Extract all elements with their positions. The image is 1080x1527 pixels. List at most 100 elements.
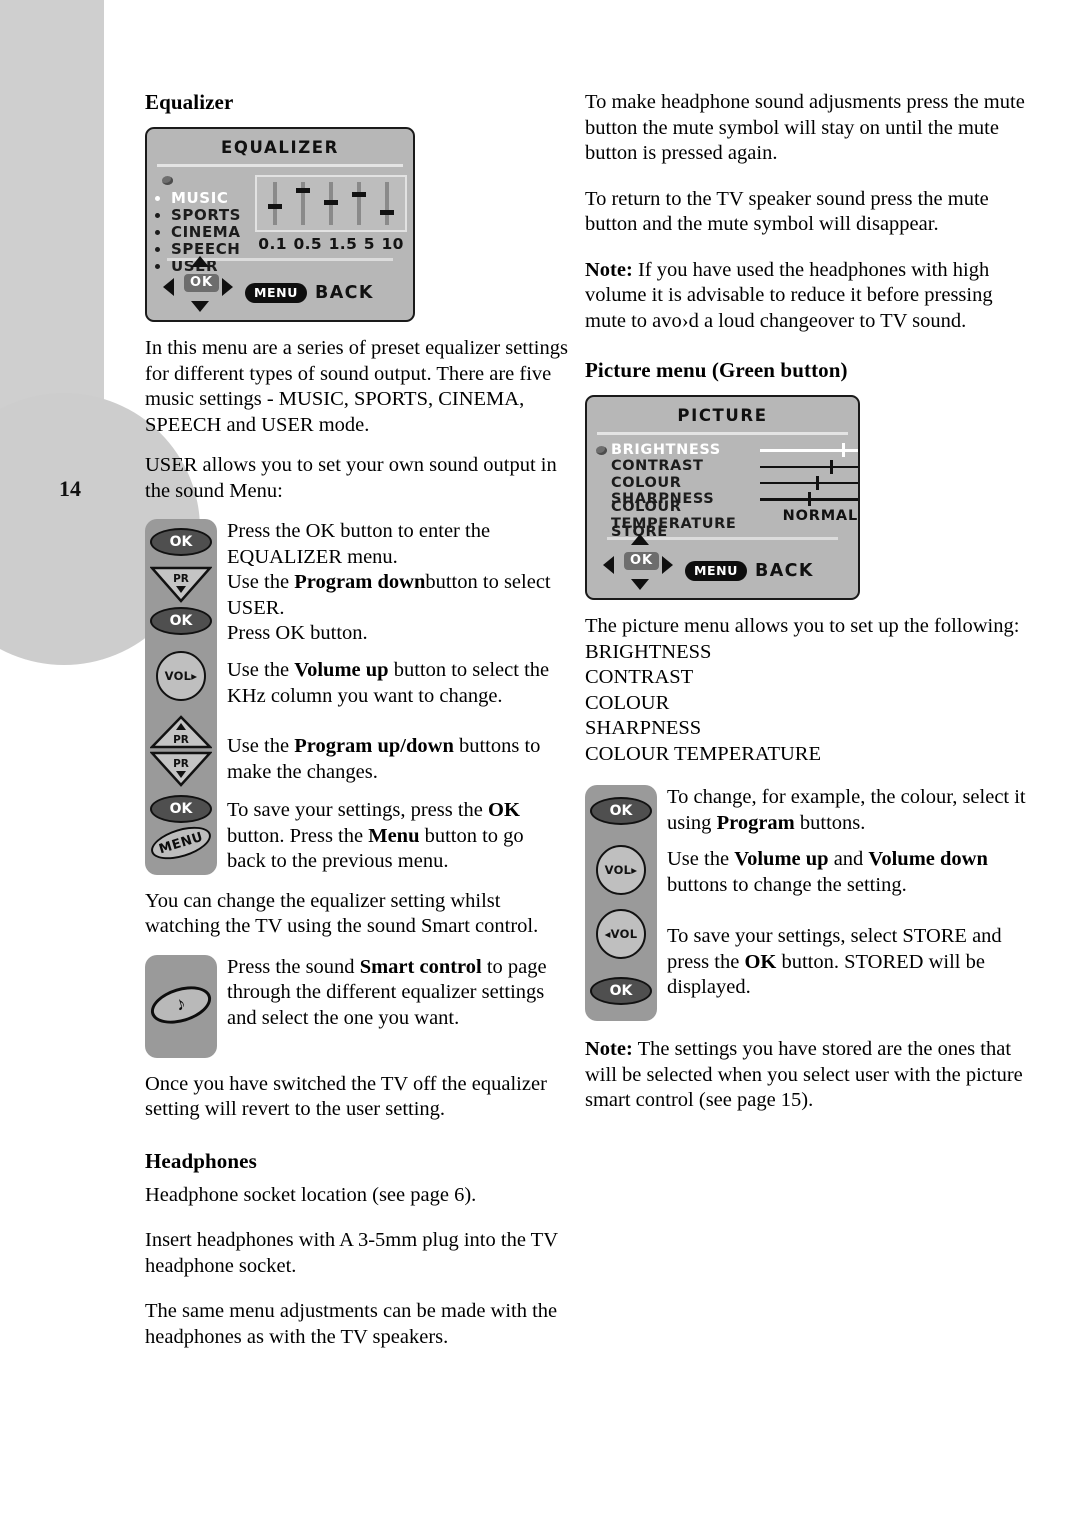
paragraph-mute-1: To make headphone sound adjusments press…	[585, 91, 1025, 164]
picture-row-colour-temperature[interactable]: COLOUR TEMPERATURE NORMAL	[611, 499, 858, 531]
step-text: Use the	[667, 848, 735, 870]
equalizer-frequency-scale: 0.1 0.5 1.5 5 10	[255, 235, 407, 253]
instruction-step: Press the sound Smart control to page th…	[227, 955, 567, 1032]
ok-key[interactable]: OK	[590, 797, 652, 825]
svg-text:PR: PR	[173, 573, 189, 585]
row-slider[interactable]	[759, 475, 858, 490]
paragraph-user-mode: USER allows you to set your own sound ou…	[145, 454, 557, 502]
instruction-step: Press the OK button to enter the EQUALIZ…	[227, 519, 567, 570]
ok-key[interactable]: OK	[590, 977, 652, 1005]
osd-menu-badge: MENU	[245, 283, 307, 303]
note-text: If you have used the headphones with hig…	[585, 258, 993, 332]
step-text-bold: OK	[744, 950, 777, 973]
page-number: 14	[59, 476, 81, 501]
picture-row-brightness[interactable]: BRIGHTNESS	[611, 442, 858, 458]
equalizer-band-slider[interactable]	[380, 180, 395, 227]
sound-smart-control-key[interactable]: ♪	[146, 979, 216, 1030]
program-down-key[interactable]: PR	[150, 751, 212, 787]
picture-row-colour[interactable]: COLOUR	[611, 475, 858, 491]
osd-ok-badge: OK	[184, 274, 220, 292]
instruction-step: To change, for example, the colour, sele…	[667, 785, 1027, 847]
row-slider[interactable]	[759, 459, 858, 474]
row-slider[interactable]	[759, 443, 858, 458]
instruction-step: To save your settings, select STORE and …	[667, 924, 1027, 1001]
picture-osd-title: PICTURE	[677, 406, 768, 425]
volume-down-key[interactable]: ◂VOL	[596, 909, 646, 959]
ok-key[interactable]: OK	[150, 607, 212, 635]
scale-label: 5	[363, 235, 375, 253]
setting-name: CONTRAST	[585, 666, 694, 688]
row-slider[interactable]	[759, 492, 858, 507]
volume-up-key[interactable]: VOL▸	[596, 845, 646, 895]
arrow-up-icon	[191, 256, 209, 267]
equalizer-band-slider[interactable]	[352, 180, 367, 227]
heading-headphones: Headphones	[145, 1148, 257, 1173]
step-text: To save your settings, press the	[227, 799, 489, 821]
step-text-bold: Program up/down	[294, 735, 454, 757]
equalizer-instruction-block: OK PR OK VOL▸ PR PR OK MENU Press the OK…	[145, 519, 570, 875]
picture-row-contrast[interactable]: CONTRAST	[611, 458, 858, 474]
arrow-left-icon	[603, 556, 614, 574]
equalizer-band-slider[interactable]	[268, 180, 283, 227]
paragraph-equalizer-intro: In this menu are a series of preset equa…	[145, 337, 568, 436]
equalizer-mode-item[interactable]: MUSIC	[171, 190, 241, 207]
step-text: buttons to change the setting.	[667, 873, 907, 896]
menu-key[interactable]: MENU	[147, 820, 215, 866]
osd-navigation-cluster: OK MENU BACK	[161, 255, 374, 313]
volume-up-key[interactable]: VOL▸	[156, 651, 206, 701]
step-text-bold: Menu	[368, 824, 420, 847]
paragraph-revert: Once you have switched the TV off the eq…	[145, 1072, 547, 1121]
instruction-step: Use the Volume up and Volume down button…	[667, 847, 1027, 924]
program-down-key[interactable]: PR	[150, 565, 212, 603]
osd-navigation-cluster: OK MENU BACK	[601, 533, 814, 591]
picture-osd-screenshot: PICTURE BRIGHTNESS CONTRAST COLOUR SHARP…	[585, 395, 860, 600]
note-text: The settings you have stored are the one…	[585, 1038, 1023, 1111]
heading-picture-menu: Picture menu (Green button)	[585, 358, 848, 382]
note-label: Note:	[585, 258, 633, 281]
step-text: and	[828, 848, 869, 870]
arrow-down-icon	[191, 301, 209, 312]
selection-bullet-icon	[596, 446, 607, 455]
music-note-icon: ♪	[173, 992, 189, 1016]
paragraph-picture-allows: The picture menu allows you to set up th…	[585, 615, 1020, 637]
equalizer-mode-item[interactable]: CINEMA	[171, 224, 241, 241]
osd-back-label: BACK	[315, 283, 374, 303]
step-text: Press OK button.	[227, 622, 368, 644]
setting-name: SHARPNESS	[585, 717, 702, 739]
arrow-up-icon	[631, 534, 649, 545]
row-label: COLOUR	[611, 474, 682, 491]
ok-key[interactable]: OK	[150, 528, 212, 556]
smart-control-instruction-block: ♪ Press the sound Smart control to page …	[145, 954, 570, 1058]
step-text-bold: Volume down	[868, 848, 988, 870]
paragraph-insert-headphones: Insert headphones with A 3-5mm plug into…	[145, 1229, 558, 1277]
equalizer-mode-item[interactable]: SPORTS	[171, 207, 241, 224]
equalizer-band-slider[interactable]	[324, 180, 339, 227]
right-column: To make headphone sound adjusments press…	[585, 90, 1035, 1129]
ok-key[interactable]: OK	[150, 795, 212, 823]
row-label: CONTRAST	[611, 458, 704, 475]
note-headphones: Note: If you have used the headphones wi…	[585, 258, 1035, 335]
step-text-bold: Volume up	[734, 848, 829, 870]
program-up-key[interactable]: PR	[150, 715, 212, 751]
equalizer-band-slider[interactable]	[296, 180, 311, 227]
paragraph-headphone-socket: Headphone socket location (see page 6).	[145, 1183, 477, 1206]
step-text: Use the	[227, 571, 295, 593]
arrow-down-icon	[631, 579, 649, 590]
scale-label: 10	[381, 235, 404, 253]
row-value: NORMAL	[782, 507, 858, 524]
instruction-text-list: Press the OK button to enter the EQUALIZ…	[227, 519, 567, 875]
instruction-step: Use the Program downbutton to select USE…	[227, 570, 567, 621]
step-text-bold: Program down	[294, 571, 426, 593]
picture-setting-name-list: BRIGHTNESS CONTRAST COLOUR SHARPNESS COL…	[585, 640, 1035, 768]
setting-name: COLOUR	[585, 691, 670, 714]
step-text: Press the sound	[227, 955, 360, 978]
instruction-step: Use the Program up/down buttons to make …	[227, 734, 567, 798]
paragraph-same-menu: The same menu adjustments can be made wi…	[145, 1300, 558, 1348]
instruction-text-list: Press the sound Smart control to page th…	[227, 955, 567, 1058]
equalizer-osd-title: EQUALIZER	[221, 138, 339, 157]
step-text: Use the	[227, 659, 295, 681]
step-text: buttons.	[794, 811, 866, 834]
setting-name: BRIGHTNESS	[585, 640, 712, 663]
note-label: Note:	[585, 1038, 633, 1060]
equalizer-osd-screenshot: EQUALIZER MUSIC SPORTS CINEMA SPEECH USE…	[145, 127, 415, 322]
